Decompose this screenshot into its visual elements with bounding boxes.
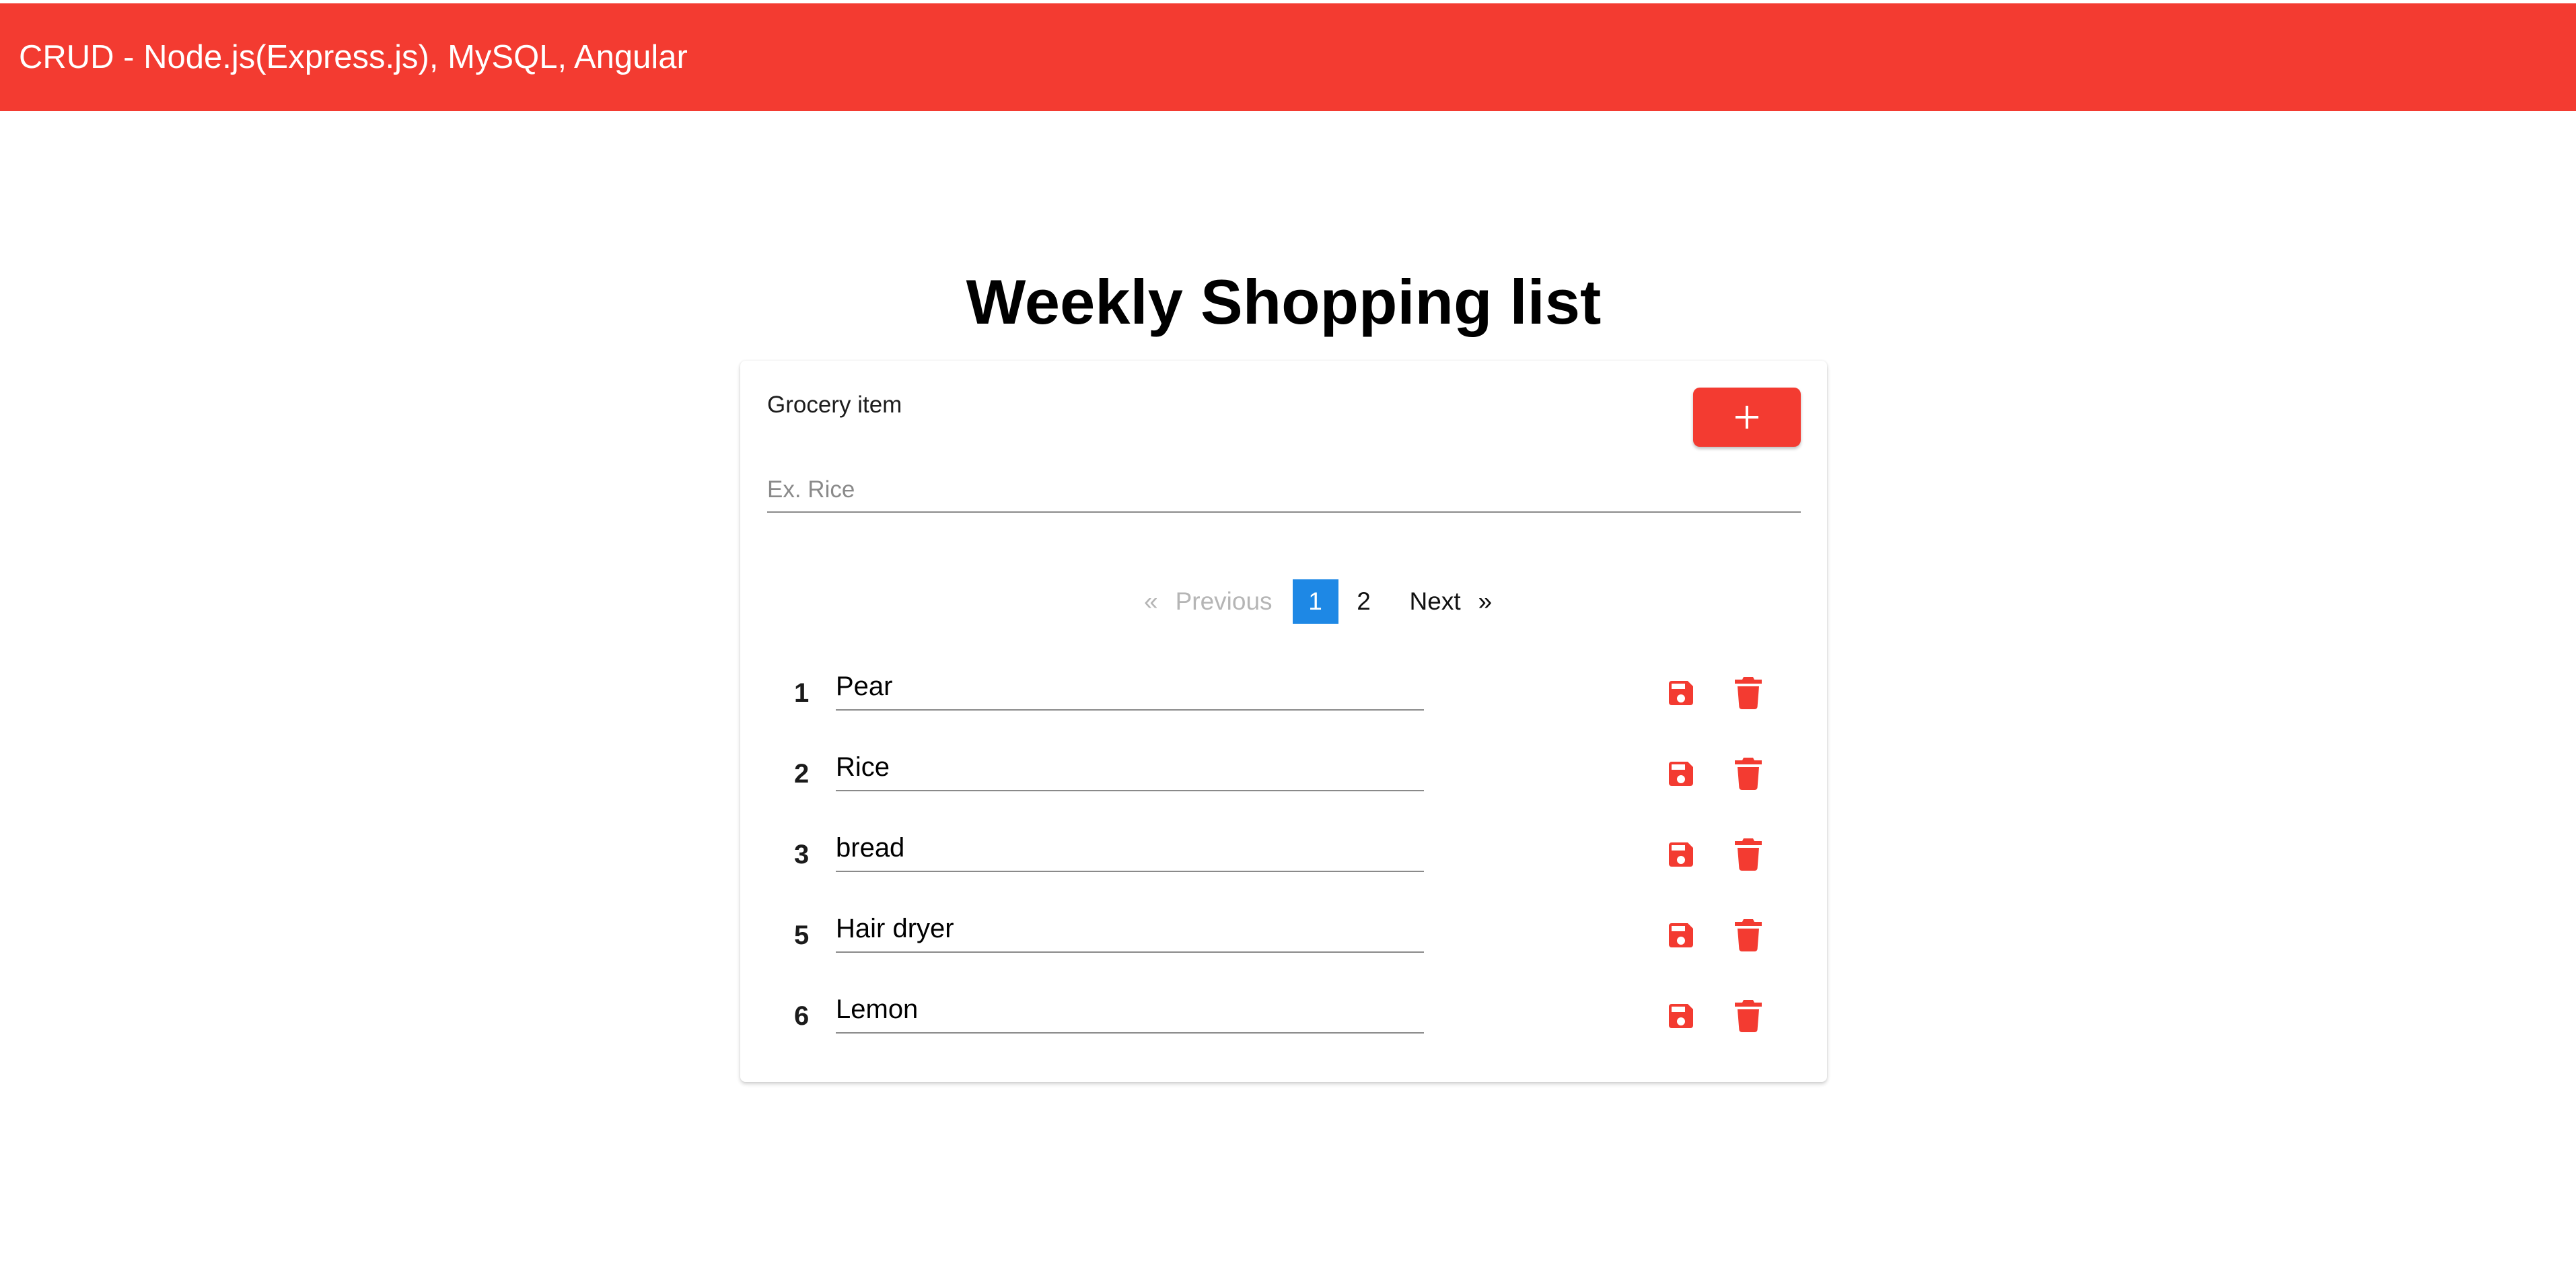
delete-button[interactable] — [1728, 673, 1768, 713]
pagination: « Previous 1 2 Next » — [1144, 579, 1492, 624]
item-name-input[interactable] — [836, 744, 1424, 791]
delete-button[interactable] — [1728, 754, 1768, 794]
save-button[interactable] — [1661, 834, 1701, 875]
item-number: 5 — [794, 920, 810, 950]
item-number: 2 — [794, 759, 810, 789]
list-item: 2 — [767, 744, 1801, 798]
trash-icon — [1735, 919, 1762, 951]
pagination-previous[interactable]: « Previous — [1144, 579, 1273, 624]
pagination-page-1[interactable]: 1 — [1292, 579, 1338, 624]
list-item: 1 — [767, 663, 1801, 717]
item-number: 6 — [794, 1001, 810, 1031]
save-button[interactable] — [1661, 673, 1701, 713]
list-item: 5 — [767, 906, 1801, 960]
list-item: 6 — [767, 986, 1801, 1040]
floppy-disk-icon — [1669, 923, 1693, 947]
item-name-input[interactable] — [836, 986, 1424, 1034]
delete-button[interactable] — [1728, 915, 1768, 955]
pagination-next[interactable]: Next » — [1410, 579, 1493, 624]
grocery-item-label: Grocery item — [767, 392, 902, 418]
delete-button[interactable] — [1728, 996, 1768, 1036]
floppy-disk-icon — [1669, 762, 1693, 786]
floppy-disk-icon — [1669, 681, 1693, 705]
trash-icon — [1735, 758, 1762, 790]
trash-icon — [1735, 1000, 1762, 1032]
plus-icon — [1736, 406, 1758, 429]
save-button[interactable] — [1661, 996, 1701, 1036]
save-button[interactable] — [1661, 915, 1701, 955]
app-toolbar: CRUD - Node.js(Express.js), MySQL, Angul… — [0, 3, 2576, 111]
delete-button[interactable] — [1728, 834, 1768, 875]
app-title: CRUD - Node.js(Express.js), MySQL, Angul… — [19, 39, 688, 75]
item-number: 1 — [794, 678, 810, 708]
grocery-item-input[interactable] — [767, 468, 1801, 513]
page-title: Weekly Shopping list — [966, 266, 1602, 337]
list-item: 3 — [767, 825, 1801, 879]
save-button[interactable] — [1661, 754, 1701, 794]
item-name-input[interactable] — [836, 825, 1424, 872]
next-arrow: » — [1478, 587, 1493, 615]
shopping-list-card: Grocery item « Previous 1 2 Next » 1 2 — [740, 361, 1827, 1082]
item-number: 3 — [794, 840, 810, 869]
trash-icon — [1735, 677, 1762, 709]
floppy-disk-icon — [1669, 842, 1693, 867]
pagination-page-2[interactable]: 2 — [1341, 579, 1387, 624]
next-label: Next — [1409, 587, 1461, 615]
item-name-input[interactable] — [836, 906, 1424, 953]
item-name-input[interactable] — [836, 663, 1424, 711]
floppy-disk-icon — [1669, 1004, 1693, 1028]
add-item-button[interactable] — [1693, 388, 1801, 447]
previous-arrow: « — [1144, 587, 1158, 615]
previous-label: Previous — [1175, 587, 1273, 615]
trash-icon — [1735, 838, 1762, 871]
